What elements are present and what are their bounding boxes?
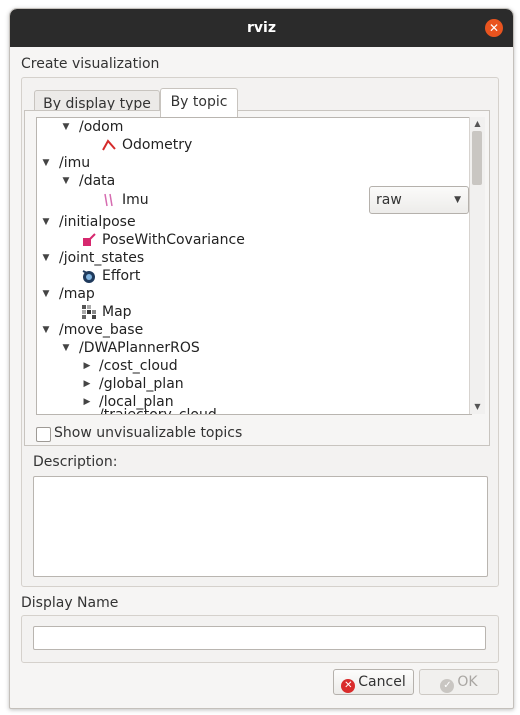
tree-item-posewithcovariance[interactable]: PoseWithCovariance <box>102 231 245 249</box>
description-label: Description: <box>33 454 118 470</box>
imu-transport-select[interactable]: raw ▼ <box>369 186 469 214</box>
tree-item-imu[interactable]: Imu <box>122 191 149 209</box>
tree-item-dwaplannerros[interactable]: /DWAPlannerROS <box>79 339 200 357</box>
expand-arrow-icon[interactable]: ▼ <box>41 321 51 339</box>
tree-item-move-base[interactable]: /move_base <box>59 321 143 339</box>
scrollbar-thumb[interactable] <box>472 131 482 185</box>
tree-scrollbar[interactable]: ▲ ▼ <box>469 117 485 414</box>
description-box <box>33 476 488 577</box>
show-unvisualizable-label[interactable]: Show unvisualizable topics <box>54 425 242 441</box>
close-button[interactable]: ✕ <box>485 19 503 37</box>
expand-arrow-icon[interactable]: ▼ <box>61 339 71 357</box>
ok-button-label: OK <box>457 674 478 690</box>
expand-arrow-icon[interactable]: ▼ <box>61 172 71 190</box>
tree-item-map[interactable]: Map <box>102 303 132 321</box>
collapsed-arrow-icon[interactable]: ▶ <box>82 411 92 414</box>
expand-arrow-icon[interactable]: ▼ <box>41 154 51 172</box>
tree-item-imu-topic[interactable]: /imu <box>59 154 90 172</box>
expand-arrow-icon[interactable]: ▼ <box>41 285 51 303</box>
topic-tree[interactable]: ▼ /odom Odometry ▼ /imu ▼ /data Imu ▼ /i… <box>36 117 472 415</box>
tree-item-global-plan[interactable]: /global_plan <box>99 375 184 393</box>
expand-arrow-icon[interactable]: ▼ <box>41 249 51 267</box>
odometry-icon <box>102 139 116 151</box>
tree-item-odom[interactable]: /odom <box>79 118 123 136</box>
tree-item-trajectory-cloud[interactable]: /trajectory_cloud <box>99 406 217 414</box>
expand-arrow-icon[interactable]: ▼ <box>41 213 51 231</box>
collapsed-arrow-icon[interactable]: ▶ <box>82 393 92 411</box>
tab-by-topic[interactable]: By topic <box>160 88 238 117</box>
chevron-down-icon: ▼ <box>454 195 461 205</box>
tree-item-map-topic[interactable]: /map <box>59 285 95 303</box>
display-name-field[interactable] <box>33 626 486 650</box>
window-title: rviz <box>247 20 276 36</box>
tree-item-effort[interactable]: Effort <box>102 267 140 285</box>
title-bar: rviz ✕ <box>10 9 513 47</box>
scroll-down-icon[interactable]: ▼ <box>470 401 485 413</box>
tree-item-initialpose[interactable]: /initialpose <box>59 213 136 231</box>
scroll-up-icon[interactable]: ▲ <box>470 118 485 130</box>
ok-button[interactable]: ✓ OK <box>419 669 499 695</box>
imu-icon <box>104 193 113 207</box>
show-unvisualizable-checkbox[interactable] <box>36 427 51 442</box>
imu-transport-value: raw <box>376 192 402 208</box>
display-name-label: Display Name <box>21 595 119 611</box>
tree-item-odometry[interactable]: Odometry <box>122 136 192 154</box>
cancel-icon: ✕ <box>341 679 356 693</box>
close-icon: ✕ <box>488 21 500 35</box>
effort-icon <box>82 270 95 283</box>
collapsed-arrow-icon[interactable]: ▶ <box>82 375 92 393</box>
cancel-button[interactable]: ✕ Cancel <box>333 669 414 695</box>
ok-icon: ✓ <box>440 679 455 693</box>
expand-arrow-icon[interactable]: ▼ <box>61 118 71 136</box>
tree-item-cost-cloud[interactable]: /cost_cloud <box>99 357 178 375</box>
tree-item-data[interactable]: /data <box>79 172 115 190</box>
pose-icon <box>83 233 96 246</box>
collapsed-arrow-icon[interactable]: ▶ <box>82 357 92 375</box>
map-icon <box>82 305 96 319</box>
create-visualization-label: Create visualization <box>21 56 160 72</box>
cancel-button-label: Cancel <box>358 674 406 690</box>
tree-item-joint-states[interactable]: /joint_states <box>59 249 144 267</box>
